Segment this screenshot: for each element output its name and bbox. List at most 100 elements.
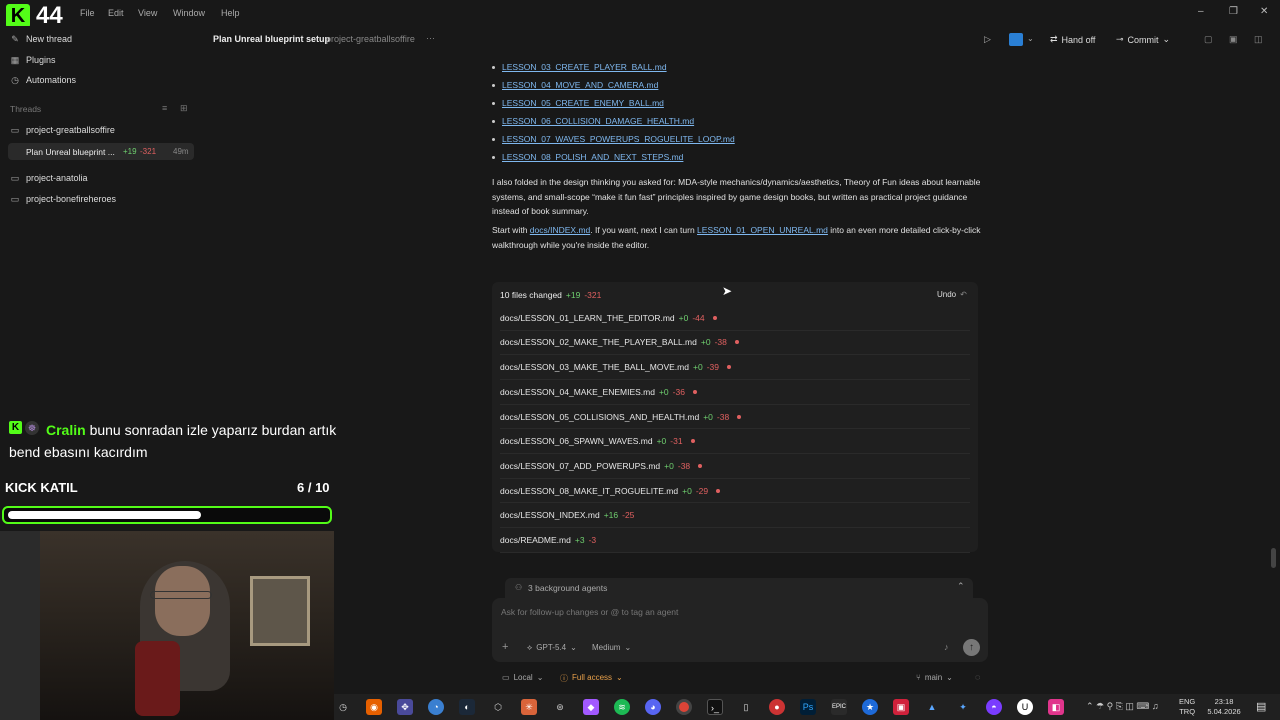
index-link[interactable]: docs/INDEX.md <box>530 225 590 235</box>
commit-button[interactable]: ⊸ Commit ⌄ <box>1110 31 1176 48</box>
automations-button[interactable]: ◷ Automations <box>10 75 76 85</box>
notepad-icon[interactable]: ▯ <box>738 699 754 715</box>
file-path: docs/LESSON_02_MAKE_THE_PLAYER_BALL.md <box>500 337 697 348</box>
spotify-icon[interactable]: ≋ <box>614 699 630 715</box>
project-anatolia[interactable]: ▭ project-anatolia <box>10 173 88 183</box>
notifications-icon[interactable]: ▤ <box>1256 700 1266 713</box>
language-indicator[interactable]: ENG TRQ <box>1179 697 1195 717</box>
steam-icon[interactable]: ◐ <box>459 699 475 715</box>
changed-file-row[interactable]: docs/LESSON_04_MAKE_ENEMIES.md +0 -36 <box>500 380 970 405</box>
lesson-link[interactable]: LESSON_05_CREATE_ENEMY_BALL.md <box>492 98 664 108</box>
goal-value: 6 / 10 <box>297 480 330 495</box>
app-icon[interactable]: ◧ <box>1048 699 1064 715</box>
file-added: +16 <box>603 510 619 521</box>
changed-file-row[interactable]: docs/README.md +3 -3 <box>500 528 970 553</box>
changed-file-row[interactable]: docs/LESSON_07_ADD_POWERUPS.md +0 -38 <box>500 454 970 479</box>
app-grid-icon[interactable]: ✥ <box>397 699 413 715</box>
env-select[interactable]: ▭ Local ⌄ <box>502 673 543 682</box>
filter-icon[interactable]: ≡ <box>162 103 167 113</box>
app-icon[interactable]: ● <box>769 699 785 715</box>
mic-icon[interactable]: ♪ <box>944 642 949 652</box>
file-removed: -39 <box>706 362 719 373</box>
file-added: +3 <box>574 535 585 546</box>
access-select[interactable]: ⓘ Full access ⌄ <box>560 673 623 684</box>
firefox-icon[interactable]: ◉ <box>366 699 382 715</box>
hand-off-button[interactable]: ⇄ Hand off <box>1044 31 1101 48</box>
changed-file-row[interactable]: docs/LESSON_06_SPAWN_WAVES.md +0 -31 <box>500 430 970 454</box>
changed-file-row[interactable]: docs/LESSON_INDEX.md +16 -25 <box>500 504 970 529</box>
openai-icon[interactable]: ⊛ <box>552 699 568 715</box>
chevron-down-icon: ⌄ <box>616 673 623 682</box>
file-path: docs/LESSON_01_LEARN_THE_EDITOR.md <box>500 312 675 323</box>
project-greatballsoffire[interactable]: ▭ project-greatballsoffire <box>10 125 115 135</box>
lesson-link[interactable]: LESSON_08_POLISH_AND_NEXT_STEPS.md <box>492 152 683 162</box>
terminal-icon[interactable]: ›_ <box>707 699 723 715</box>
clock-app-icon[interactable]: ◷ <box>335 699 351 715</box>
panel-right-icon[interactable]: ◫ <box>1254 34 1263 45</box>
changed-file-row[interactable]: docs/LESSON_02_MAKE_THE_PLAYER_BALL.md +0… <box>500 331 970 356</box>
panel-left-icon[interactable]: ▢ <box>1204 34 1213 45</box>
composer-input[interactable]: Ask for follow-up changes or @ to tag an… <box>501 607 678 617</box>
changed-file-row[interactable]: docs/LESSON_08_MAKE_IT_ROGUELITE.md +0 -29 <box>500 479 970 504</box>
menu-edit[interactable]: Edit <box>108 8 124 18</box>
chevron-up-icon[interactable]: ⌃ <box>957 581 965 592</box>
model-select[interactable]: ⟡ GPT-5.4 ⌄ <box>527 643 577 653</box>
app-icon[interactable]: ✦ <box>955 699 971 715</box>
new-thread-button[interactable]: ✎ New thread <box>10 34 72 44</box>
unreal-icon[interactable]: U <box>1017 699 1033 715</box>
plugins-button[interactable]: ▦ Plugins <box>10 55 56 65</box>
project-bonefireheroes[interactable]: ▭ project-bonefireheroes <box>10 194 116 204</box>
vscode-icon[interactable] <box>1009 33 1023 46</box>
effort-select[interactable]: Medium ⌄ <box>592 643 631 652</box>
changed-file-row[interactable]: docs/LESSON_03_MAKE_THE_BALL_MOVE.md +0 -3… <box>500 355 970 380</box>
plus-icon[interactable]: + <box>502 641 508 653</box>
lesson-link[interactable]: LESSON_06_COLLISION_DAMAGE_HEALTH.md <box>492 116 694 126</box>
project-breadcrumb[interactable]: project-greatballsoffire <box>326 34 415 44</box>
menu-file[interactable]: File <box>80 8 95 18</box>
microphone <box>135 641 180 716</box>
lesson-01-link[interactable]: LESSON_01_OPEN_UNREAL.md <box>697 225 828 235</box>
system-tray-icons[interactable]: ⌃ ☂ ⚲ ⎘ ◫ ⌨ ♫ <box>1086 701 1159 712</box>
epic-games-icon[interactable]: EPIC <box>831 699 847 715</box>
new-folder-icon[interactable]: ⊞ <box>180 103 188 114</box>
changed-file-row[interactable]: docs/LESSON_05_COLLISIONS_AND_HEALTH.md +… <box>500 405 970 430</box>
lesson-link[interactable]: LESSON_03_CREATE_PLAYER_BALL.md <box>492 62 667 72</box>
figma-icon[interactable]: ◆ <box>583 699 599 715</box>
background-agents-bar[interactable]: ⚇ 3 background agents ⌃ <box>505 578 973 598</box>
grid-icon: ▦ <box>10 55 20 65</box>
unsaved-dot-icon <box>712 315 717 320</box>
branch-select[interactable]: ⑂ main ⌄ <box>916 673 953 682</box>
menu-view[interactable]: View <box>138 8 157 18</box>
unity-icon[interactable]: ⬡ <box>490 699 506 715</box>
minimize-icon[interactable]: – <box>1198 6 1204 17</box>
app-icon[interactable]: ★ <box>862 699 878 715</box>
photoshop-icon[interactable]: Ps <box>800 699 816 715</box>
app-icon[interactable]: ▣ <box>893 699 909 715</box>
lesson-link[interactable]: LESSON_04_MOVE_AND_CAMERA.md <box>492 80 658 90</box>
chevron-down-icon[interactable]: ⌄ <box>1027 34 1034 43</box>
menu-window[interactable]: Window <box>173 8 205 18</box>
edit-icon: ✎ <box>11 34 19 44</box>
monitor-icon: ▭ <box>502 673 510 682</box>
lesson-link[interactable]: LESSON_07_WAVES_POWERUPS_ROGUELITE_LOOP.… <box>492 134 735 144</box>
close-icon[interactable]: ✕ <box>1260 6 1268 17</box>
send-button[interactable]: ↑ <box>963 639 980 656</box>
undo-button[interactable]: Undo ↶ <box>937 290 967 299</box>
play-icon[interactable]: ▷ <box>984 34 991 45</box>
title-bar: K 44 File Edit View Window Help – ❐ ✕ <box>0 0 1280 29</box>
clock[interactable]: 23:18 5.04.2026 <box>1204 697 1244 717</box>
chrome-icon[interactable] <box>676 699 692 715</box>
menu-help[interactable]: Help <box>221 8 240 18</box>
file-added: +0 <box>664 460 674 471</box>
changed-file-row[interactable]: docs/LESSON_01_LEARN_THE_EDITOR.md +0 -44 <box>500 306 970 331</box>
more-icon[interactable]: ··· <box>426 33 435 43</box>
scrollbar-thumb[interactable] <box>1271 548 1276 568</box>
panel-bottom-icon[interactable]: ▣ <box>1229 34 1238 45</box>
restore-icon[interactable]: ❐ <box>1229 6 1238 17</box>
app-icon[interactable]: ✳ <box>521 699 537 715</box>
picture-frame <box>250 576 310 646</box>
app-icon[interactable]: ◓ <box>986 699 1002 715</box>
discord-icon[interactable]: ◕ <box>645 699 661 715</box>
app-icon[interactable]: ▲ <box>924 699 940 715</box>
app-icon[interactable]: ◔ <box>428 699 444 715</box>
